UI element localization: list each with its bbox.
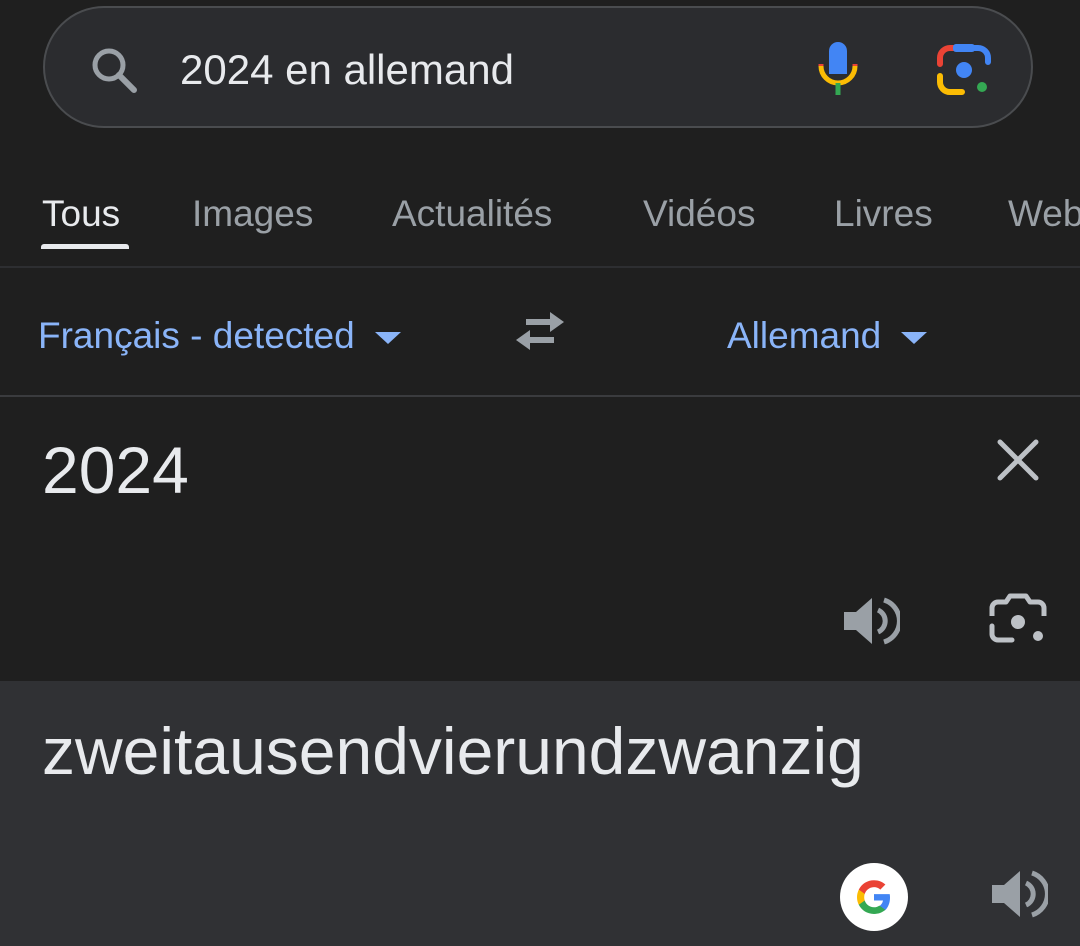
tab-livres[interactable]: Livres	[834, 188, 933, 240]
target-language-selector[interactable]: Allemand	[727, 312, 928, 360]
swap-languages-icon[interactable]	[512, 308, 568, 356]
source-text-input[interactable]: 2024	[42, 430, 189, 510]
tab-actualites[interactable]: Actualités	[392, 188, 552, 240]
language-row-divider	[0, 395, 1080, 397]
source-language-selector[interactable]: Français - detected	[38, 312, 401, 360]
chevron-down-icon	[374, 332, 401, 345]
tab-videos[interactable]: Vidéos	[643, 188, 755, 240]
speaker-icon[interactable]	[842, 594, 900, 648]
microphone-icon[interactable]	[815, 40, 861, 98]
search-icon[interactable]	[88, 44, 140, 96]
google-g-icon[interactable]	[840, 863, 908, 931]
camera-translate-icon[interactable]	[988, 592, 1048, 650]
speaker-icon[interactable]	[990, 867, 1048, 921]
tab-tous[interactable]: Tous	[42, 188, 120, 240]
active-tab-indicator	[41, 244, 129, 249]
google-lens-icon[interactable]	[936, 42, 992, 98]
google-search-page: 2024 en allemand Tous Images Actualités …	[0, 0, 1080, 946]
close-icon[interactable]	[994, 436, 1042, 484]
translated-text: zweitausendvierundzwanzig	[42, 714, 864, 788]
search-input[interactable]: 2024 en allemand	[180, 42, 514, 98]
tab-web[interactable]: Web	[1008, 188, 1080, 240]
chevron-down-icon	[901, 332, 928, 345]
language-selector-row: Français - detected Allemand	[0, 268, 1080, 396]
source-language-label: Français - detected	[38, 315, 355, 356]
search-tabs: Tous Images Actualités Vidéos Livres Web	[0, 180, 1080, 268]
target-language-label: Allemand	[727, 315, 882, 356]
translation-result-panel: zweitausendvierundzwanzig	[0, 681, 1080, 946]
tab-images[interactable]: Images	[192, 188, 313, 240]
